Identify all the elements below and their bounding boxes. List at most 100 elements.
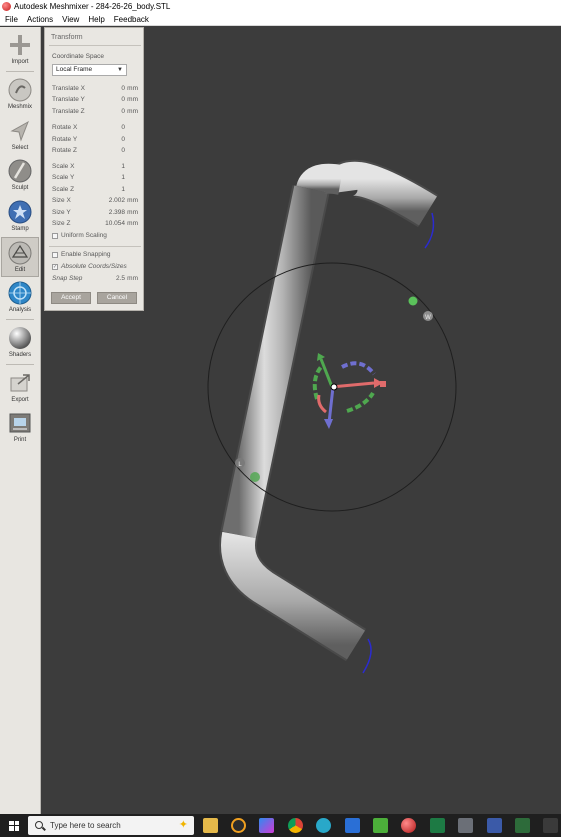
scale-handle-green-2[interactable]	[250, 472, 260, 482]
cancel-button[interactable]: Cancel	[97, 292, 137, 304]
clock-app-icon[interactable]	[231, 818, 246, 833]
menu-actions[interactable]: Actions	[22, 15, 57, 24]
meshmixer-taskbar-icon[interactable]	[401, 818, 416, 833]
coordinate-space-select[interactable]: Local Frame ▼	[52, 64, 127, 76]
row-value[interactable]: 0	[121, 85, 125, 92]
sculpt-icon	[8, 159, 32, 183]
translate-x-row[interactable]: Translate X 0 mm	[52, 85, 138, 95]
tool-meshmix[interactable]: Meshmix	[1, 75, 39, 115]
row-value[interactable]: 0	[121, 108, 125, 115]
row-label: Scale Z	[52, 186, 75, 193]
row-label: Rotate Z	[52, 147, 77, 154]
x-scale-box[interactable]	[380, 381, 386, 387]
checkmark-icon[interactable]: ✓	[52, 264, 58, 270]
row-value[interactable]: 10.054	[105, 220, 125, 227]
tool-print[interactable]: Print	[1, 408, 39, 448]
y-axis-arrow[interactable]	[319, 358, 334, 388]
row-value[interactable]: 1	[121, 174, 125, 181]
chevron-down-icon: ▼	[117, 67, 123, 73]
enable-snapping-checkbox[interactable]: Enable Snapping	[52, 251, 138, 261]
tool-select[interactable]: Select	[1, 116, 39, 156]
row-label: Size Y	[52, 209, 71, 216]
excel-icon[interactable]	[430, 818, 445, 833]
tool-import[interactable]: Import	[1, 30, 39, 70]
tool-analysis[interactable]: Analysis	[1, 278, 39, 318]
app-icon[interactable]	[487, 818, 502, 833]
windows-start-icon[interactable]	[9, 820, 19, 831]
app-c-icon[interactable]	[345, 818, 360, 833]
row-value[interactable]: 1	[121, 186, 125, 193]
minecraft-icon[interactable]	[373, 818, 388, 833]
checkbox-label: Absolute Coords/Sizes	[61, 263, 127, 270]
tool-stamp[interactable]: Stamp	[1, 197, 39, 237]
app-s-icon[interactable]	[316, 818, 331, 833]
stamp-icon	[8, 200, 32, 224]
app-eject-icon[interactable]	[543, 818, 558, 833]
tool-stamp-label: Stamp	[11, 226, 29, 232]
row-label: Translate Y	[52, 96, 85, 103]
gizmo-center[interactable]	[330, 383, 338, 391]
translate-z-row[interactable]: Translate Z 0 mm	[52, 108, 138, 118]
checkbox-box[interactable]	[52, 252, 58, 258]
tool-export[interactable]: Export	[1, 368, 39, 408]
snap-step-label: Snap Step	[52, 275, 83, 282]
taskbar-search[interactable]: Type here to search ✦	[28, 816, 194, 835]
print-icon	[8, 411, 32, 435]
snap-step-row[interactable]: Snap Step 2.5 mm	[52, 275, 138, 285]
tool-sculpt[interactable]: Sculpt	[1, 156, 39, 196]
copilot-icon[interactable]	[259, 818, 274, 833]
calculator-icon[interactable]	[458, 818, 473, 833]
row-label: Size X	[52, 197, 71, 204]
row-label: Translate Z	[52, 108, 85, 115]
accept-button[interactable]: Accept	[51, 292, 91, 304]
scale-handle-green[interactable]	[408, 296, 418, 306]
snap-step-unit: mm	[127, 275, 138, 282]
tool-edit[interactable]: Edit	[1, 237, 39, 277]
size-z-row[interactable]: Size Z 10.054 mm	[52, 220, 138, 230]
file-explorer-icon[interactable]	[203, 818, 218, 833]
translate-y-row[interactable]: Translate Y 0 mm	[52, 96, 138, 106]
row-label: Size Z	[52, 220, 71, 227]
row-value[interactable]: 0	[121, 136, 125, 143]
uniform-scaling-checkbox[interactable]: Uniform Scaling	[52, 232, 138, 242]
search-placeholder: Type here to search	[50, 821, 121, 830]
rotate-y-row[interactable]: Rotate Y 0	[52, 136, 138, 146]
mesh-handle[interactable]	[219, 159, 438, 674]
tool-select-label: Select	[11, 145, 29, 151]
menu-file[interactable]: File	[0, 15, 22, 24]
app-triangle-icon[interactable]	[515, 818, 530, 833]
size-x-row[interactable]: Size X 2.002 mm	[52, 197, 138, 207]
meshmix-icon	[8, 78, 32, 102]
scale-z-row[interactable]: Scale Z 1	[52, 186, 138, 196]
x-axis-arrow[interactable]	[330, 381, 375, 389]
rotate-z-arc[interactable]	[341, 361, 376, 376]
menu-feedback[interactable]: Feedback	[109, 15, 153, 24]
scale-x-row[interactable]: Scale X 1	[52, 163, 138, 173]
rotate-x-arc[interactable]	[317, 394, 327, 414]
tool-meshmix-label: Meshmix	[7, 104, 32, 110]
open-edge-top	[424, 212, 435, 249]
row-value[interactable]: 1	[121, 163, 125, 170]
menu-help[interactable]: Help	[83, 15, 108, 24]
chrome-icon[interactable]	[288, 818, 303, 833]
snap-step-value[interactable]: 2.5	[116, 275, 125, 282]
row-value[interactable]: 2.398	[109, 209, 125, 216]
tool-shaders[interactable]: Shaders	[1, 323, 39, 363]
select-icon	[8, 119, 32, 143]
menu-view[interactable]: View	[57, 15, 83, 24]
row-value[interactable]: 0	[121, 147, 125, 154]
checkbox-box[interactable]	[52, 233, 58, 239]
rotate-y-arc-2[interactable]	[312, 365, 323, 400]
rotate-x-row[interactable]: Rotate X 0	[52, 124, 138, 134]
row-value[interactable]: 0	[121, 96, 125, 103]
rotate-z-row[interactable]: Rotate Z 0	[52, 147, 138, 157]
tool-sculpt-label: Sculpt	[11, 185, 29, 191]
size-y-row[interactable]: Size Y 2.398 mm	[52, 209, 138, 219]
row-value[interactable]: 2.002	[109, 197, 125, 204]
row-value[interactable]: 0	[121, 124, 125, 131]
menu-bar: File Actions View Help Feedback	[0, 13, 561, 26]
scale-y-row[interactable]: Scale Y 1	[52, 174, 138, 184]
absolute-coords-checkbox[interactable]: ✓ Absolute Coords/Sizes	[52, 263, 138, 273]
rotate-y-arc[interactable]	[346, 391, 375, 413]
z-axis-arrow[interactable]	[327, 386, 335, 424]
